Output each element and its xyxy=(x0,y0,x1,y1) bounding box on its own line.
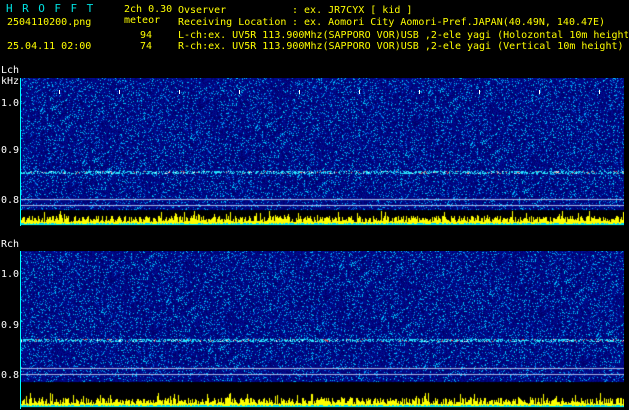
lch-ytick-1: 1.0 xyxy=(1,98,20,109)
rch-spectrogram xyxy=(21,251,624,409)
file-name: 2504110200.png xyxy=(7,17,92,28)
time-tick-mark xyxy=(179,90,180,94)
lch-ytick-2: 0.9 xyxy=(1,145,20,156)
lch-ytick-3: 0.8 xyxy=(1,195,20,206)
rch-axis-line xyxy=(20,251,21,409)
time-tick-mark xyxy=(599,90,600,94)
lch-title: Lch xyxy=(1,65,20,76)
time-tick-mark xyxy=(419,90,420,94)
rch-info: R-ch:ex. UV5R 113.900Mhz(SAPPORO VOR)USB… xyxy=(178,41,624,52)
time-tick-mark xyxy=(299,90,300,94)
lch-info: L-ch:ex. UV5R 113.900Mhz(SAPPORO VOR)USB… xyxy=(178,30,628,41)
observer-value: : ex. JR7CYX [ kid ] xyxy=(292,5,413,16)
app-title: HROFFT xyxy=(6,2,103,15)
time-tick-mark xyxy=(359,90,360,94)
time-tick-mark xyxy=(59,90,60,94)
lch-unit: kHz xyxy=(1,76,20,87)
r-channel-count: 74 xyxy=(140,41,153,52)
time-tick-mark xyxy=(119,90,120,94)
lch-axis-line xyxy=(20,78,21,226)
rch-ytick-1: 1.0 xyxy=(1,269,20,280)
time-tick-mark xyxy=(239,90,240,94)
time-tick-mark xyxy=(539,90,540,94)
rch-title: Rch xyxy=(1,239,20,250)
version-label: 2ch 0.30 xyxy=(124,4,173,15)
time-tick-mark xyxy=(479,90,480,94)
rch-ytick-3: 0.8 xyxy=(1,370,20,381)
location-label: Receiving Location xyxy=(178,17,287,28)
rch-ytick-2: 0.9 xyxy=(1,320,20,331)
l-channel-count: 94 xyxy=(140,30,153,41)
timestamp: 25.04.11 02:00 xyxy=(7,41,92,52)
mode-label: meteor xyxy=(124,15,161,26)
location-value: : ex. Aomori City Aomori-Pref.JAPAN(40.4… xyxy=(292,17,606,28)
observer-label: Ovserver xyxy=(178,5,227,16)
lch-spectrogram xyxy=(21,78,624,226)
